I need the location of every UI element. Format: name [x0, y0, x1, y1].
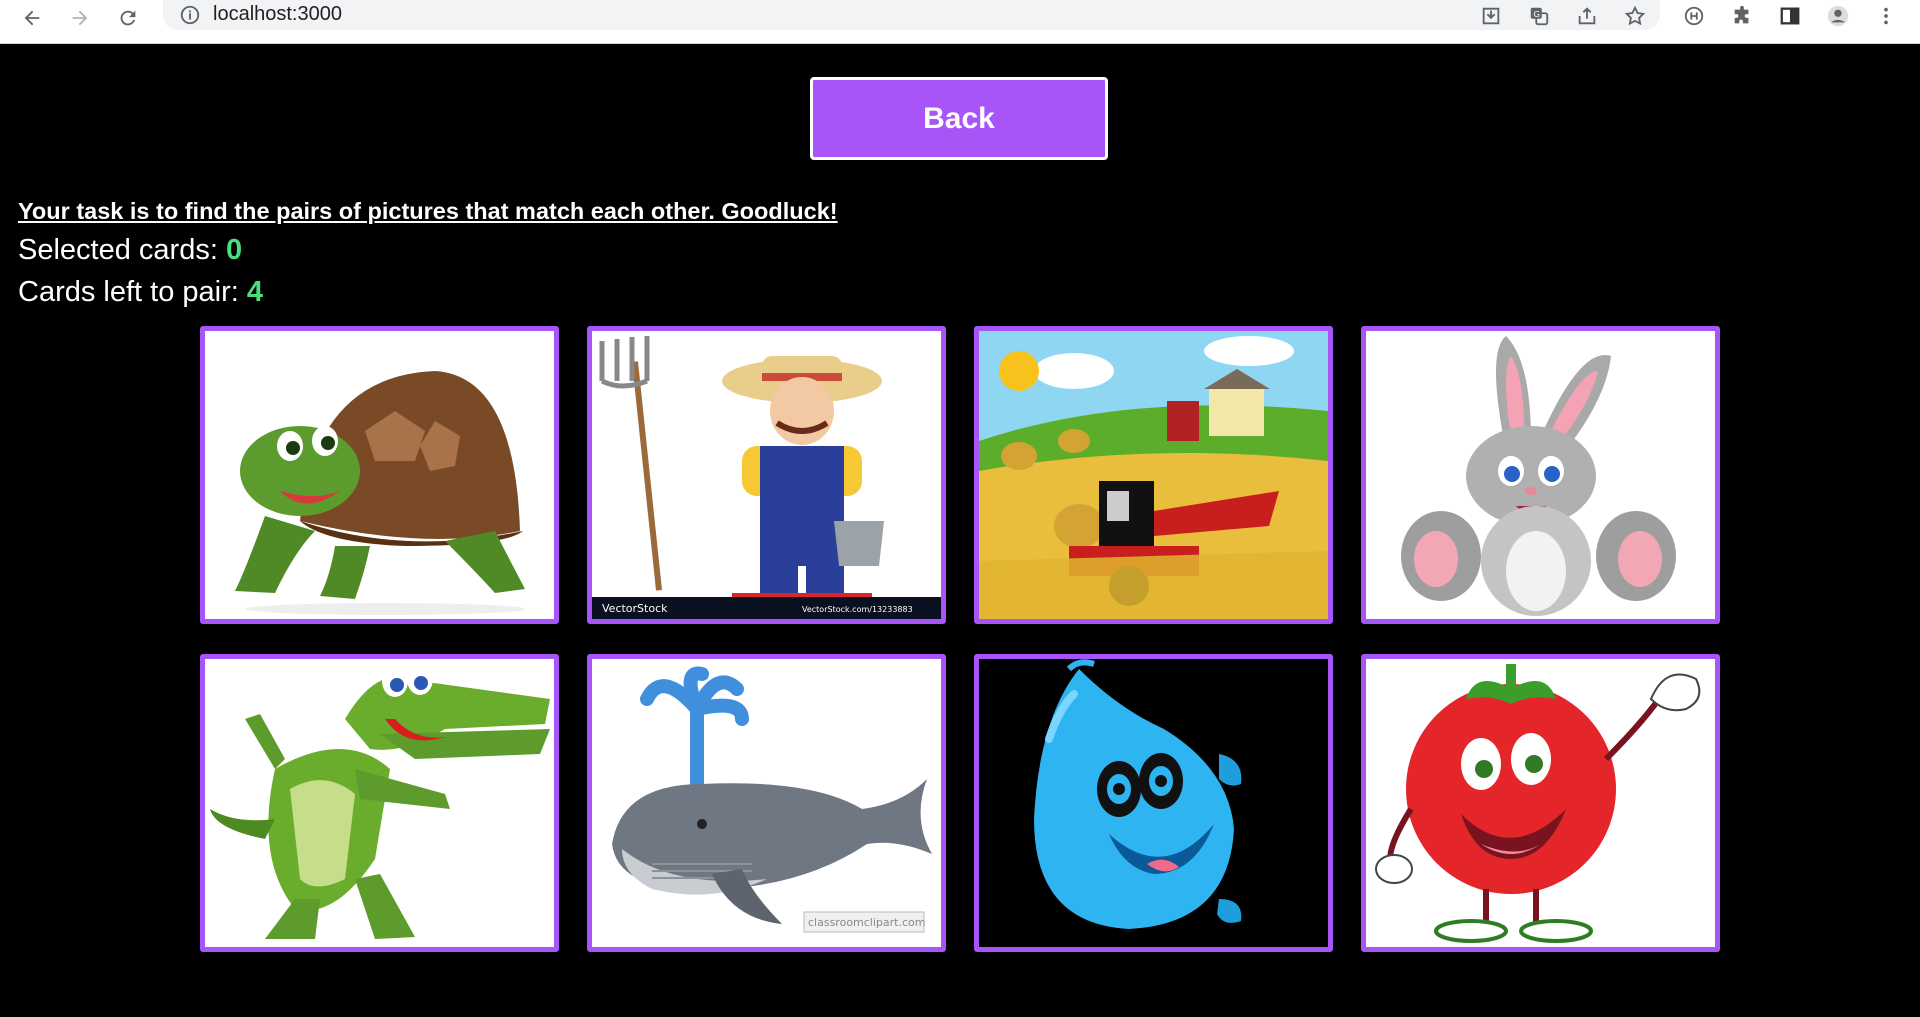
browser-toolbar: localhost:3000 G — [0, 0, 1920, 44]
card-farmer[interactable]: VectorStock VectorStock.com/13233883 — [587, 326, 946, 624]
url-text[interactable]: localhost:3000 — [213, 3, 342, 26]
card-crocodile[interactable] — [200, 654, 559, 952]
farmer-picture: VectorStock VectorStock.com/13233883 — [592, 331, 941, 619]
cards-left-label: Cards left to pair: — [18, 276, 247, 308]
reload-icon[interactable] — [114, 4, 142, 32]
card-harvester[interactable] — [974, 326, 1333, 624]
card-whale[interactable]: classroomclipart.com — [587, 654, 946, 952]
card-tomato[interactable] — [1361, 654, 1720, 952]
crocodile-picture — [205, 659, 554, 947]
vectorstock-id: VectorStock.com/13233883 — [802, 605, 913, 614]
translate-icon[interactable]: G — [1526, 3, 1552, 29]
tomato-picture — [1366, 659, 1715, 947]
bunny-picture — [1366, 331, 1715, 619]
profile-icon[interactable] — [1825, 3, 1851, 29]
card-bunny[interactable] — [1361, 326, 1720, 624]
sidepanel-icon[interactable] — [1777, 3, 1803, 29]
back-button[interactable]: Back — [810, 77, 1108, 160]
cards-left-count: 4 — [246, 276, 264, 308]
selected-cards-count: 0 — [225, 234, 243, 266]
puzzle-icon[interactable] — [1729, 3, 1755, 29]
share-icon[interactable] — [1574, 3, 1600, 29]
forward-arrow-icon[interactable] — [66, 4, 94, 32]
menu-icon[interactable] — [1873, 3, 1899, 29]
water-drop-picture — [979, 659, 1328, 947]
vectorstock-watermark: VectorStock — [602, 602, 668, 615]
harvester-picture — [979, 331, 1328, 619]
card-water-drop[interactable] — [974, 654, 1333, 952]
star-icon[interactable] — [1622, 3, 1648, 29]
selected-cards-stat: Selected cards: 0 — [18, 234, 242, 267]
info-icon[interactable] — [179, 4, 201, 26]
turtle-picture — [205, 331, 554, 619]
card-turtle[interactable] — [200, 326, 559, 624]
clipart-watermark: classroomclipart.com — [808, 916, 925, 929]
address-bar[interactable]: localhost:3000 — [163, 0, 1660, 30]
task-instructions: Your task is to find the pairs of pictur… — [18, 198, 838, 224]
svg-text:G: G — [1534, 9, 1540, 19]
selected-cards-label: Selected cards: — [18, 234, 226, 266]
whale-picture: classroomclipart.com — [592, 659, 941, 947]
download-icon[interactable] — [1478, 3, 1504, 29]
cards-left-stat: Cards left to pair: 4 — [18, 276, 263, 309]
extension-h-icon[interactable] — [1681, 3, 1707, 29]
back-arrow-icon[interactable] — [18, 4, 46, 32]
